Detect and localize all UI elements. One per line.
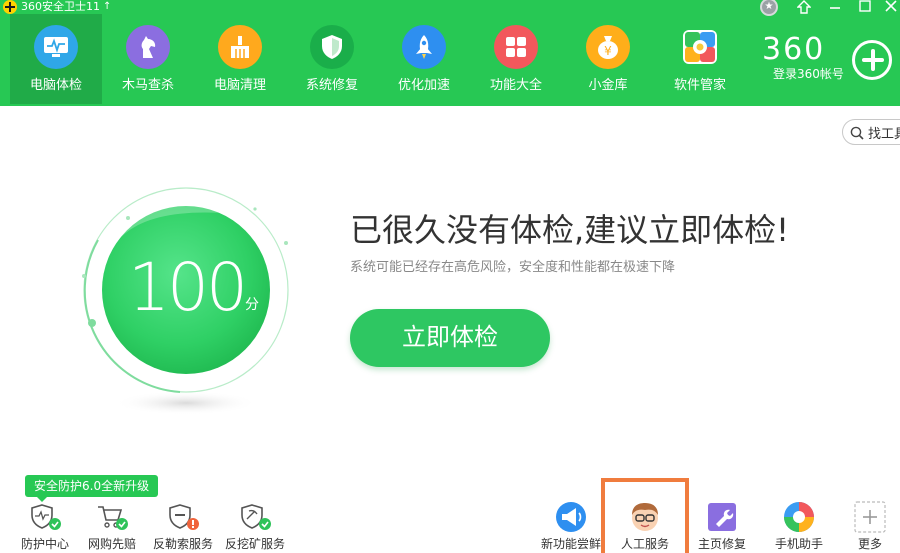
protection-center-button[interactable]: 防护中心 [16,500,74,553]
app-title: 360安全卫士11 [21,0,100,13]
start-checkup-button[interactable]: 立即体检 [350,309,550,367]
search-icon [850,125,864,140]
shopping-cart-icon [95,500,129,534]
upgrade-badge[interactable]: 安全防护6.0全新升级 [25,475,159,502]
more-button[interactable]: 更多 [846,500,894,553]
anti-ransom-button[interactable]: 反勒索服务 [150,500,216,553]
shield-icon [310,25,354,69]
nav-label: 软件管家 [673,78,726,93]
add-account-icon[interactable] [852,40,892,80]
update-arrow-icon[interactable]: ↑ [103,1,111,13]
more-plus-icon [853,500,887,534]
brand-360-logo: 360 [762,32,826,67]
rocket-icon [402,25,446,69]
anti-mining-icon [238,500,272,534]
close-icon[interactable] [882,0,900,14]
monitor-health-icon [34,25,78,69]
bottom-label: 手机助手 [774,537,823,551]
header-bar: 360安全卫士11 ↑ ★ 电脑体检 木马查杀 电脑清理 系统修复 优化加速 功… [0,0,900,106]
search-label: 找工具 [868,126,900,142]
anti-mining-button[interactable]: 反挖矿服务 [222,500,288,553]
login-account-link[interactable]: 登录360帐号 [773,67,844,81]
nav-label: 电脑清理 [213,78,266,93]
main-window: 360安全卫士11 ↑ ★ 电脑体检 木马查杀 电脑清理 系统修复 优化加速 功… [0,0,900,553]
bottom-label: 主页修复 [697,537,746,551]
score-unit: 分 [245,297,259,313]
bottom-label: 防护中心 [20,537,69,551]
nav-label: 小金库 [588,78,628,93]
nav-item-treasury[interactable]: ¥ 小金库 [562,14,654,104]
homepage-repair-button[interactable]: 主页修复 [690,500,754,553]
nav-item-feature-center[interactable]: 功能大全 [470,14,562,104]
nav-label: 木马查杀 [121,78,174,93]
search-tools-button[interactable]: 找工具 [842,119,900,145]
new-features-button[interactable]: 新功能尝鲜 [539,500,603,553]
phone-assistant-button[interactable]: 手机助手 [767,500,831,553]
grid-icon [494,25,538,69]
checkup-headline: 已很久没有体检,建议立即体检! [350,211,790,249]
nav-item-cleanup[interactable]: 电脑清理 [194,14,286,104]
money-bag-icon: ¥ [586,25,630,69]
nav-label: 优化加速 [397,78,450,93]
nav-item-system-repair[interactable]: 系统修复 [286,14,378,104]
shopping-compensation-button[interactable]: 网购先赔 [83,500,141,553]
bottom-label: 更多 [857,537,882,551]
highlight-frame [601,478,689,553]
homepage-repair-icon [705,500,739,534]
nav-item-software-manager[interactable]: 软件管家 [654,14,746,104]
pin-top-icon[interactable] [795,0,813,14]
app-logo-icon [3,0,17,14]
software-manager-icon [678,25,722,69]
bottom-label: 反挖矿服务 [224,537,285,551]
nav-item-computer-checkup[interactable]: 电脑体检 [10,14,102,104]
nav-label: 电脑体检 [29,78,82,93]
skin-icon[interactable]: ★ [760,0,778,16]
protection-center-icon [28,500,62,534]
nav-label: 系统修复 [305,78,358,93]
nav-item-trojan-scan[interactable]: 木马查杀 [102,14,194,104]
horse-icon [126,25,170,69]
minimize-icon[interactable] [826,0,844,14]
checkup-subtext: 系统可能已经存在高危风险，安全度和性能都在极速下降 [350,260,676,275]
nav-item-optimize[interactable]: 优化加速 [378,14,470,104]
megaphone-icon [554,500,588,534]
broom-icon [218,25,262,69]
score-value: 100 [128,249,248,326]
bottom-label: 反勒索服务 [152,537,213,551]
svg-text:¥: ¥ [604,44,612,58]
bottom-label: 网购先赔 [87,537,136,551]
title-bar: 360安全卫士11 ↑ [0,0,111,14]
nav-label: 功能大全 [489,78,542,93]
maximize-icon[interactable] [856,0,874,14]
phone-assistant-icon [782,500,816,534]
anti-ransom-icon [166,500,200,534]
bottom-label: 新功能尝鲜 [540,537,601,551]
